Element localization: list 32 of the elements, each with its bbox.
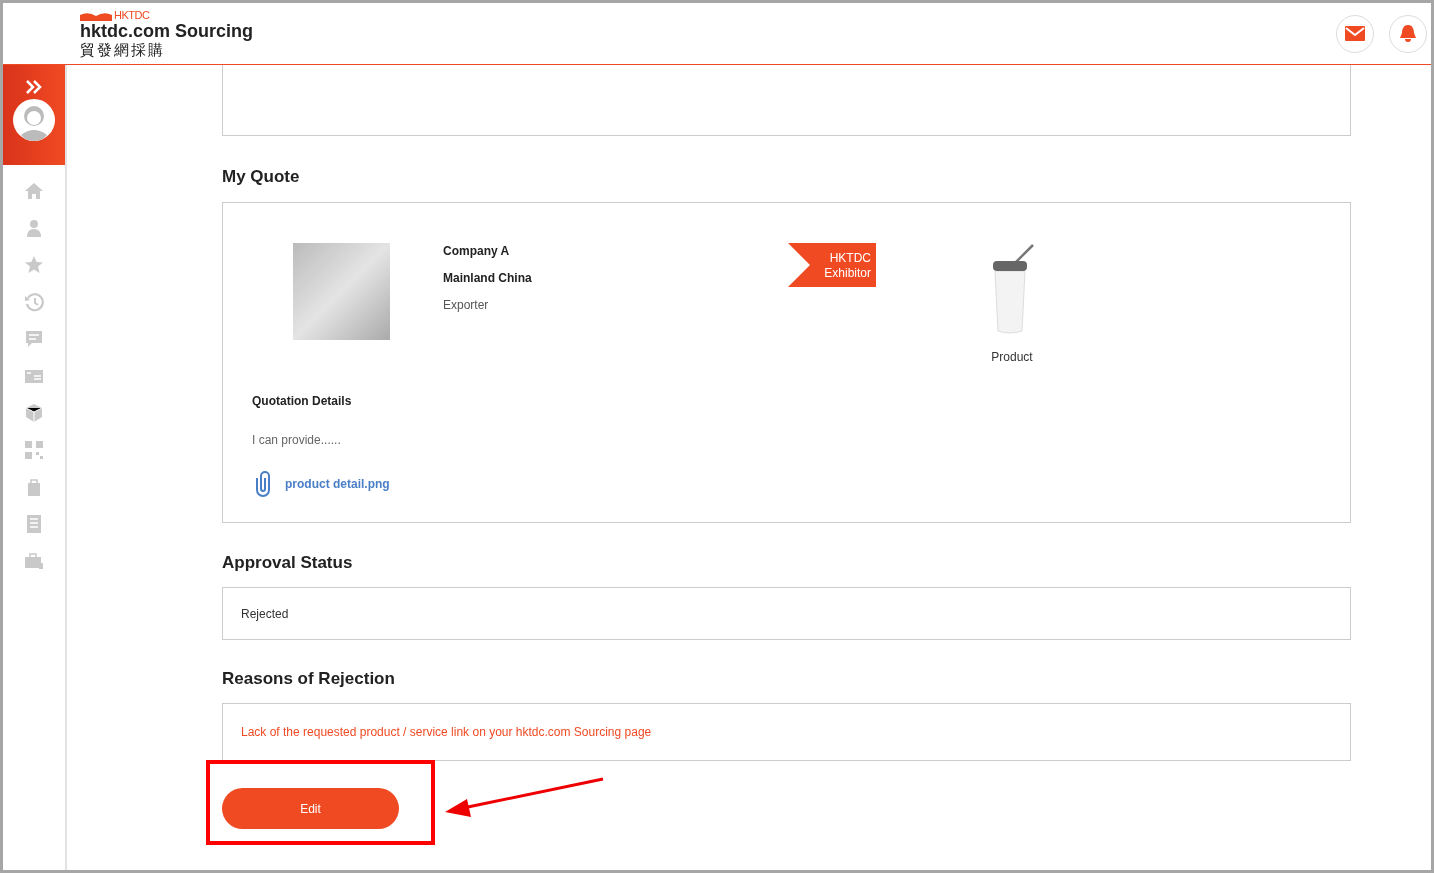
rejection-reason: Lack of the requested product / service link on your hktdc.com Sourcing page [222,703,1351,761]
user-icon[interactable] [24,218,44,238]
section-heading: Approval Status [222,553,354,573]
company-region: Mainland China [443,271,533,285]
qr-code-icon[interactable] [24,440,44,460]
home-icon[interactable] [24,181,44,201]
history-icon[interactable] [24,292,44,312]
bell-icon[interactable] [1389,14,1427,53]
logo-icon [80,10,112,21]
status-value: Rejected [222,587,1351,640]
chat-icon[interactable] [24,329,44,349]
logo-wordmark: HKTDC [114,10,150,21]
cube-icon[interactable] [24,403,44,423]
site-title: hktdc.com Sourcing [80,22,254,40]
details-heading: Quotation Details [252,394,353,408]
text-area[interactable] [222,65,1351,136]
section-heading: Reasons of Rejection [222,669,396,689]
product-label: Product [991,350,1033,364]
checklist-icon[interactable] [24,514,44,534]
exhibitor-badge: HKTDC Exhibitor [788,243,876,287]
briefcase-icon[interactable] [24,551,44,571]
star-icon[interactable] [24,255,44,275]
avatar-icon[interactable] [13,99,55,141]
details-text: I can provide...... [252,433,342,447]
business-type: Exporter [443,298,490,312]
mail-icon[interactable] [1336,14,1374,53]
edit-button[interactable]: Edit [222,788,399,829]
section-heading: My Quote [222,167,301,187]
company-name: Company A [443,244,511,258]
attachment-link[interactable]: product detail.png [285,477,390,491]
expand-icon[interactable] [25,79,43,95]
site-subtitle: 貿發網採購 [80,42,166,57]
